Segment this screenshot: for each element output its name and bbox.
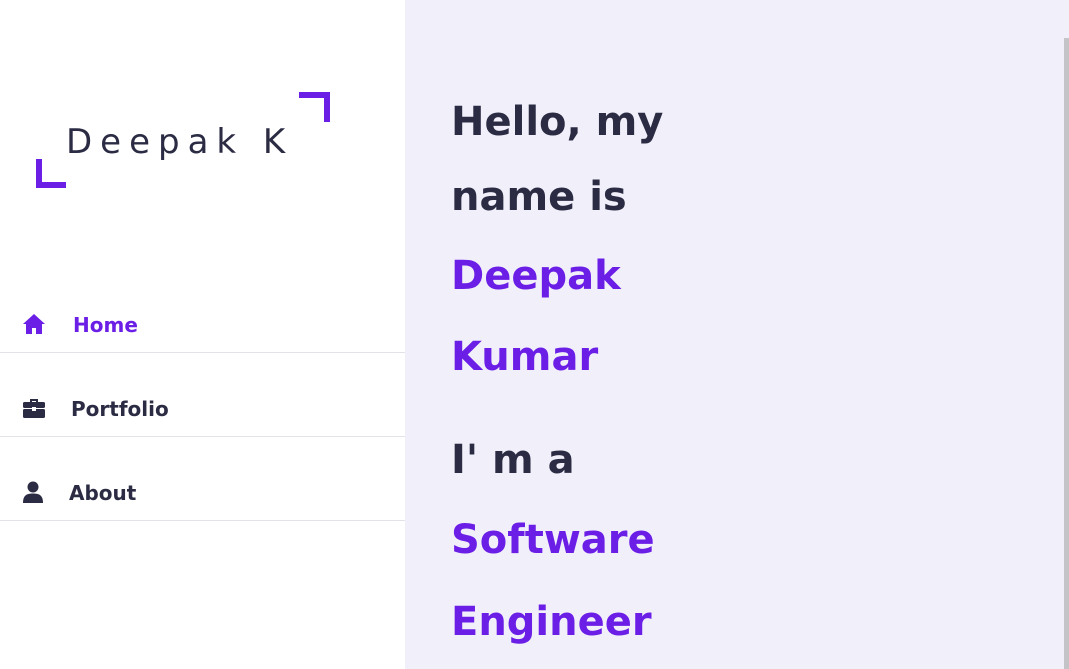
hero-role-prefix: I' m a [451,437,575,483]
user-icon [22,480,46,504]
sidebar-item-home[interactable]: Home [0,293,405,353]
hero-name-first: Deepak [451,253,621,299]
home-icon [22,312,46,336]
scrollbar[interactable] [1064,0,1069,669]
hero-greeting-line2: name is [451,174,627,220]
hero-greeting-line1: Hello, my [451,99,664,145]
main-content: Hello, my name is Deepak Kumar I' m a So… [405,0,1064,669]
hero-role-line2: Engineer [451,599,652,645]
sidebar-nav: Home Portfolio About [0,293,405,521]
hero-role-line1: Software [451,517,655,563]
hero-name-last: Kumar [451,334,599,380]
sidebar-item-label: Home [73,313,138,337]
scrollbar-thumb[interactable] [1064,38,1069,669]
sidebar-item-about[interactable]: About [0,437,405,521]
sidebar: Deepak K Home Portfolio About [0,0,405,669]
sidebar-item-portfolio[interactable]: Portfolio [0,353,405,437]
logo[interactable]: Deepak K [36,92,330,188]
sidebar-item-label: About [69,481,137,505]
briefcase-icon [22,396,46,420]
logo-corner-top-right [299,92,330,122]
sidebar-item-label: Portfolio [71,397,169,421]
logo-corner-bottom-left [36,159,66,188]
logo-text: Deepak K [66,122,294,162]
